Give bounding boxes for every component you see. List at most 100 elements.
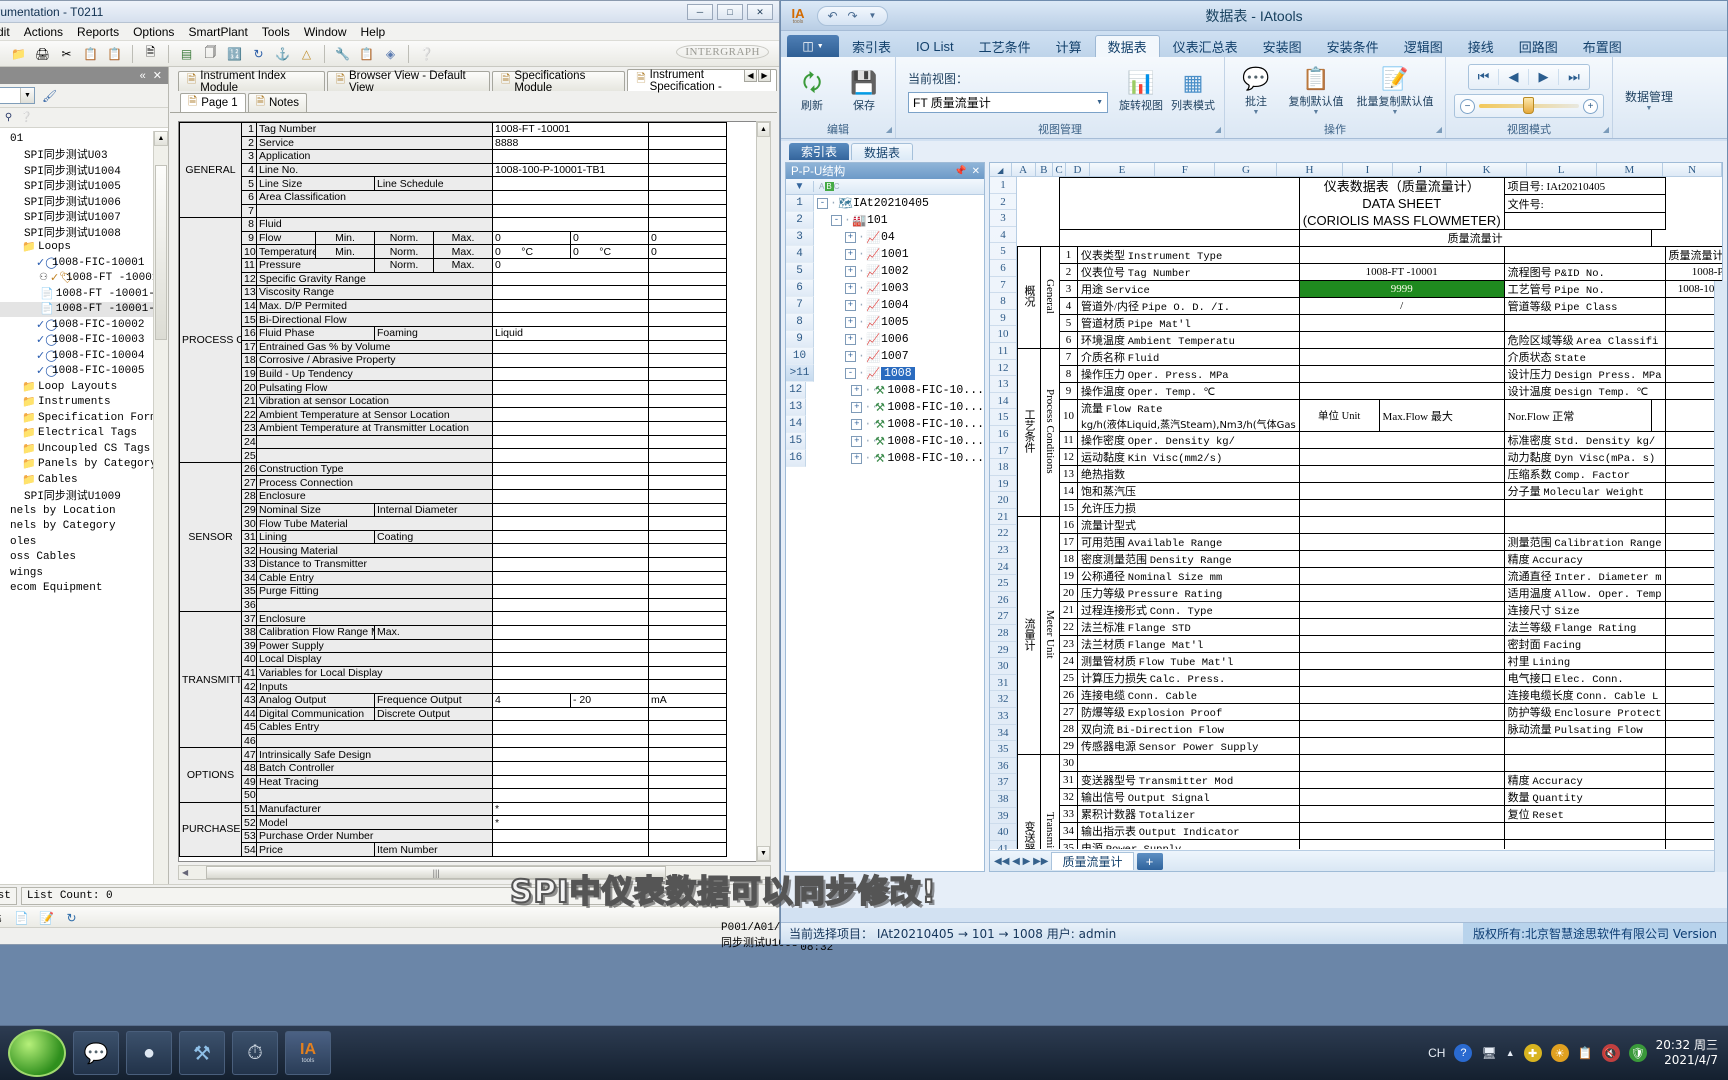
module-tab-1[interactable]: 🗎 Browser View - Default View [326, 70, 491, 94]
first-record-button[interactable]: ⏮ [1469, 69, 1499, 85]
ds-value[interactable] [1298, 246, 1505, 264]
ds-value[interactable] [1298, 584, 1505, 602]
ppu-tree-row[interactable]: 6 + ·· 📈 1003 [786, 280, 984, 297]
column-header-M[interactable]: M [1597, 163, 1664, 176]
minimize-button[interactable]: ─ [687, 4, 713, 20]
scroll-thumb[interactable] [155, 165, 167, 340]
form-value-1[interactable] [492, 407, 649, 423]
form-value-2[interactable] [648, 584, 727, 599]
tree-expander[interactable]: + [845, 266, 856, 277]
form-value-1[interactable]: 0 [492, 257, 649, 273]
ppu-row-content[interactable]: + ·· 📈 1005 [814, 315, 909, 330]
form-value-2[interactable]: - 20 [570, 692, 649, 708]
ds-value[interactable] [1298, 448, 1505, 466]
row-header-32[interactable]: 32 [990, 691, 1016, 708]
menu-item-window[interactable]: Window [304, 25, 347, 39]
taskbar-item-wechat[interactable]: 💬 [73, 1031, 119, 1075]
spi-tree[interactable]: 01 SPI同步测试U03 SPI同步测试U1004 SPI同步测试U1005 SPI同… [0, 131, 168, 884]
settings-icon[interactable]: 🔧 [333, 44, 352, 63]
row-header-9[interactable]: 9 [990, 310, 1016, 327]
rotate-view-button[interactable]: 📊 旋转视图 [1118, 70, 1164, 113]
row-header-2[interactable]: 2 [990, 194, 1016, 211]
ruler-icon[interactable]: △ [297, 44, 316, 63]
row-header-11[interactable]: 11 [990, 343, 1016, 360]
refresh-icon[interactable]: ↻ [249, 44, 268, 63]
ds-value[interactable] [1298, 516, 1505, 534]
column-header-A[interactable]: A [1012, 163, 1036, 176]
sheet-nav-arrows[interactable]: ◀◀ ◀ ▶ ▶▶ [994, 856, 1048, 867]
row-header-28[interactable]: 28 [990, 625, 1016, 642]
ppu-tree-row[interactable]: 15 + ·· ⚒ 1008-FIC-10... [786, 433, 984, 450]
tree-item[interactable]: nels by Category [0, 519, 168, 535]
form-value-2[interactable] [648, 135, 727, 151]
row-header-3[interactable]: 3 [990, 210, 1016, 227]
tree-item[interactable]: oss Cables [0, 550, 168, 566]
tree-item[interactable]: 📁 Specification Forms [0, 410, 168, 426]
form-value-2[interactable] [648, 434, 727, 450]
browser-view-icon[interactable]: 🗍 [201, 44, 220, 63]
form-value-2[interactable] [648, 529, 727, 545]
batch-copy-default-button[interactable]: 📝 批量复制默认值 ▼ [1353, 66, 1437, 116]
ds-value[interactable] [1298, 331, 1505, 349]
ppu-tree-row[interactable]: 13 + ·· ⚒ 1008-FIC-10... [786, 399, 984, 416]
taskbar-item-iatools[interactable]: IA tools [285, 1031, 331, 1075]
form-value-2[interactable] [648, 312, 727, 327]
form-value-2[interactable] [648, 760, 727, 776]
row-header-38[interactable]: 38 [990, 791, 1016, 808]
row-header-14[interactable]: 14 [990, 393, 1016, 410]
datasheet-spreadsheet[interactable]: ◢ A B C D E F G H I J K L M N 1 2 3 4 5 6 7 8 9 10 11 12 13 14 15 16 1… [989, 162, 1723, 872]
start-orb-icon[interactable] [8, 1029, 66, 1077]
ribbon-tab-4[interactable]: 数据表 [1094, 35, 1160, 57]
tree-item[interactable]: 📁 Panels by Category [0, 457, 168, 473]
list-button[interactable]: ist [0, 886, 17, 905]
column-header-K[interactable]: K [1447, 163, 1527, 176]
ppu-row-content[interactable]: - ·· 🗺 IAt20210405 [814, 196, 929, 211]
row-header-21[interactable]: 21 [990, 509, 1016, 526]
form-value-1[interactable] [492, 176, 649, 191]
row-header-5[interactable]: 5 [990, 243, 1016, 260]
column-header-H[interactable]: H [1277, 163, 1343, 176]
clock[interactable]: 20:32 周三 2021/4/7 [1656, 1038, 1718, 1068]
ribbon-tab-0[interactable]: 索引表 [840, 35, 903, 57]
tree-expander[interactable]: + [845, 300, 856, 311]
maximize-button[interactable]: □ [717, 4, 743, 20]
column-header-D[interactable]: D [1066, 163, 1090, 176]
form-value-2[interactable] [648, 407, 727, 423]
chevron-down-icon[interactable]: ▼ [1392, 109, 1399, 116]
row-header-8[interactable]: 8 [990, 293, 1016, 310]
tag-assign-icon[interactable]: 📄 [12, 908, 31, 927]
ppu-row-content[interactable]: + ·· ⚒ 1008-FIC-10... [806, 451, 984, 466]
ds-value[interactable] [1298, 365, 1505, 383]
tree-item[interactable]: 📁 Electrical Tags [0, 426, 168, 442]
form-value-2[interactable] [648, 421, 727, 436]
form-value-2[interactable]: 0 [570, 230, 649, 246]
close-icon[interactable]: ✕ [972, 166, 980, 177]
edit-view-icon[interactable]: 🖌 [40, 86, 59, 105]
ppu-tree-row[interactable]: 12 + ·· ⚒ 1008-FIC-10... [786, 382, 984, 399]
form-value-1[interactable] [492, 529, 649, 545]
form-value-1[interactable] [492, 788, 649, 803]
form-value-1[interactable] [492, 189, 649, 205]
tree-item[interactable]: ✓◯ 1008-FIC-10004 [0, 348, 168, 364]
row-header-36[interactable]: 36 [990, 758, 1016, 775]
column-header-F[interactable]: F [1155, 163, 1216, 176]
ribbon-tab-9[interactable]: 接线 [1456, 35, 1506, 57]
tree-expander[interactable]: + [845, 249, 856, 260]
close-button[interactable]: ✕ [747, 4, 773, 20]
filter-icon[interactable]: ▼ [786, 181, 814, 192]
form-value-2[interactable] [648, 624, 727, 640]
volume-mute-icon[interactable]: 🔇 [1601, 1044, 1620, 1062]
row-header-24[interactable]: 24 [990, 559, 1016, 576]
ds-value[interactable] [1298, 550, 1505, 568]
tree-expander[interactable]: + [845, 317, 856, 328]
ppu-row-content[interactable]: + ·· 📈 04 [814, 230, 895, 245]
ds-right-value[interactable]: 质量流量计 [1664, 246, 1722, 264]
ds-value[interactable] [1298, 804, 1505, 823]
ppu-tree-row[interactable]: >11- ·· 📈 1008 [786, 365, 984, 382]
menu-item-options[interactable]: Options [133, 25, 174, 39]
dialog-launcher-icon[interactable]: ◢ [1215, 122, 1221, 137]
form-value-1[interactable] [492, 828, 649, 844]
row-header-20[interactable]: 20 [990, 492, 1016, 509]
form-value-1[interactable] [492, 366, 649, 382]
form-value-1[interactable] [492, 380, 649, 395]
